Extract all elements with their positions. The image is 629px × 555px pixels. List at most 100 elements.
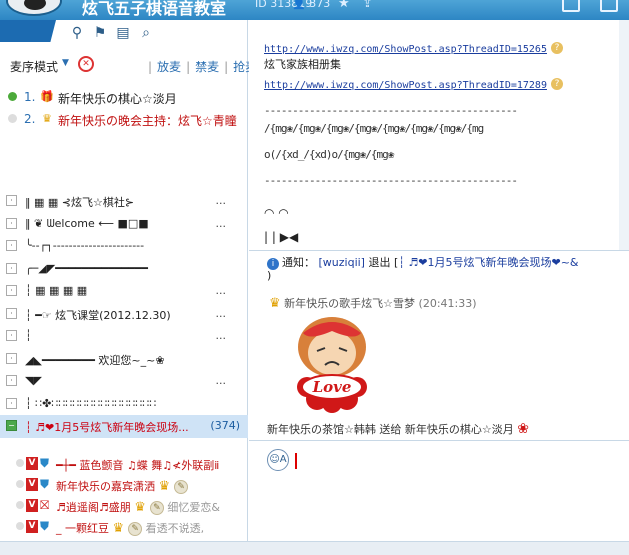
message-sender[interactable]: 新年快乐の歌手炫飞☆雪梦	[284, 297, 415, 310]
room-item[interactable]: · ‖ ▦ ▦ ⊰炫飞☆棋社⊱...	[0, 190, 248, 213]
window-icon[interactable]	[600, 0, 618, 12]
room-dots: ...	[215, 329, 227, 342]
room-item[interactable]: · ╰--┌┐-----------------------	[0, 235, 248, 258]
mail-icon[interactable]	[562, 0, 580, 12]
gift-to[interactable]: 新年快乐の棋心☆淡月	[405, 423, 514, 436]
crown-icon: ♛	[158, 479, 171, 494]
expand-icon[interactable]: ·	[6, 307, 17, 319]
board-link-2[interactable]: http://www.iwzq.com/ShowPost.asp?ThreadI…	[264, 78, 563, 91]
room-item[interactable]: · ┆...	[0, 325, 248, 348]
gift-message: 新年快乐の茶馆☆韩韩 送给 新年快乐の棋心☆淡月 ❀	[267, 421, 529, 437]
chat-input-area[interactable]: ☺A	[249, 440, 629, 541]
member-item[interactable]: V ⛊ 新年快乐の嘉宾潇洒 ♛ ✎	[0, 475, 248, 496]
queue-item[interactable]: 1. 🎁 新年快乐の棋心☆淡月	[0, 86, 248, 108]
room-dots: ...	[215, 374, 227, 387]
expand-icon[interactable]: ·	[6, 240, 17, 251]
thread-link[interactable]: http://www.iwzq.com/ShowPost.asp?ThreadI…	[264, 80, 547, 91]
message-header: ♛ 新年快乐の歌手炫飞☆雪梦 (20:41:33)	[269, 295, 477, 311]
room-name: ┆ ▦ ▦ ▦ ▦	[25, 284, 88, 297]
member-name: 新年快乐の嘉宾潇洒 ♛ ✎	[56, 478, 189, 494]
room-item[interactable]: · ‖ ❦ ᗯelcome ⟵ ■□■...	[0, 213, 248, 236]
gift-from[interactable]: 新年快乐の茶馆☆韩韩	[267, 423, 376, 436]
chevron-down-icon[interactable]: ▼	[62, 58, 69, 68]
room-item[interactable]: · ◢◣━━━━━━━━ 欢迎您~_~❀	[0, 348, 248, 371]
help-icon: ?	[550, 42, 563, 54]
notice-user[interactable]: [wuziqii]	[319, 256, 365, 269]
expand-icon[interactable]: ·	[6, 217, 17, 229]
status-dot	[8, 92, 17, 101]
mic-actions: | 放麦 | 禁麦 | 抢麦	[148, 60, 258, 74]
room-item[interactable]: · ┆ ▦ ▦ ▦ ▦...	[0, 280, 248, 303]
room-dots: ...	[215, 216, 227, 230]
notes-icon[interactable]: ▤	[114, 24, 132, 42]
people-icon[interactable]: ⚲	[68, 24, 86, 42]
ban-mic-button[interactable]: 禁麦	[195, 60, 219, 74]
expand-icon[interactable]: ·	[6, 375, 17, 386]
crown-icon: ♛	[269, 296, 281, 311]
board-link-1[interactable]: http://www.iwzq.com/ShowPost.asp?ThreadI…	[264, 42, 563, 55]
share-icon[interactable]: ⇪	[362, 0, 373, 11]
scrollbar[interactable]	[619, 20, 629, 250]
text-caret	[295, 453, 297, 469]
expand-icon[interactable]: ·	[6, 262, 17, 274]
board-faces: ◠ ◠	[264, 206, 289, 220]
board-line: 炫飞家族相册集	[264, 58, 341, 71]
room-item[interactable]: · ╭─◢◤━━━━━━━━━━━━━━	[0, 258, 248, 281]
expand-icon[interactable]: ·	[6, 330, 17, 341]
status-dot	[16, 501, 24, 509]
expand-icon[interactable]: ·	[6, 195, 17, 206]
location-icon[interactable]: ⚑	[91, 24, 109, 42]
user-count-value: 373	[309, 0, 331, 10]
member-list: V ⛊ ━┼━ 蓝色颤音 ♫蝶 舞♫≮外联副ⅱ V ⛊ 新年快乐の嘉宾潇洒 ♛ ✎…	[0, 454, 248, 538]
status-dot	[16, 480, 24, 488]
star-icon[interactable]: ★	[338, 0, 350, 11]
status-dot	[16, 522, 24, 530]
mic-off-icon[interactable]: ✕	[78, 56, 94, 72]
edit-icon: ✎	[174, 480, 189, 494]
chat-messages: i 通知： [wuziqii] 退出 [┆ ♬❤1月5号炫飞新年晚会现场❤~& )…	[249, 250, 629, 440]
queue-item[interactable]: 2. ♛ 新年快乐の晚会主持：炫飞☆青瞳	[0, 108, 248, 130]
room-item[interactable]: · ┆ ━☞ 炫飞课堂(2012.12.30)...	[0, 303, 248, 326]
notice-close: )	[267, 269, 272, 282]
room-name: ╰--┌┐-----------------------	[25, 239, 145, 252]
member-item[interactable]: V ⛝ ♬逍遥阁♬盛朋 ♛ ✎ 细忆爱恋&	[0, 496, 248, 517]
mode-bar: 麦序模式 ▼ ✕ | 放麦 | 禁麦 | 抢麦	[0, 54, 257, 76]
member-item[interactable]: V ⛊ _ 一颗红豆 ♛ ✎ 看透不说透,	[0, 517, 248, 538]
crown-icon: ♛	[134, 500, 146, 515]
room-tab[interactable]	[0, 20, 56, 42]
avatar-icon: ⛊	[40, 456, 50, 470]
title-bar: 炫飞五子棋语音教室 ID 313819 👤 373 ★ ⇪	[0, 0, 629, 20]
queue-number: 2.	[24, 112, 36, 126]
search-icon[interactable]: ⌕	[137, 24, 155, 42]
room-item-active[interactable]: − ┆ ♬❤1月5号炫飞新年晚会现场... (374)	[0, 415, 248, 438]
notice-action: 退出 [	[368, 256, 399, 269]
collapse-icon[interactable]: −	[6, 420, 17, 431]
crown-icon: ♛	[112, 521, 125, 536]
bottom-bar	[0, 541, 629, 555]
rose-icon: ❀	[517, 421, 529, 437]
expand-icon[interactable]: ·	[6, 397, 17, 409]
mode-select[interactable]: 麦序模式	[10, 58, 58, 75]
room-name: ‖ ▦ ▦ ⊰炫飞☆棋社⊱	[25, 196, 135, 209]
expand-icon[interactable]: ·	[6, 285, 17, 296]
room-name: ╭─◢◤━━━━━━━━━━━━━━	[25, 261, 148, 275]
avatar-icon: ⛊	[40, 519, 50, 533]
expand-icon[interactable]: ·	[6, 352, 17, 364]
emoji-icon[interactable]: ☺A	[267, 449, 289, 471]
room-item[interactable]: · ┆ ∷✤∷∷∷∷∷∷∷∷∷∷∷∷∷∷∷	[0, 393, 248, 416]
queue-name: 新年快乐の晚会主持：炫飞☆青瞳	[58, 114, 237, 128]
member-name: _ 一颗红豆 ♛ ✎ 看透不说透,	[56, 520, 204, 536]
message-time: (20:41:33)	[418, 297, 477, 310]
love-sticker: Love	[297, 317, 367, 413]
member-item[interactable]: V ⛊ ━┼━ 蓝色颤音 ♫蝶 舞♫≮外联副ⅱ	[0, 454, 248, 475]
notice-room[interactable]: ┆ ♬❤1月5号炫飞新年晚会现场❤~&	[398, 256, 578, 269]
room-name: ◥◤	[25, 374, 42, 387]
member-name: ♬逍遥阁♬盛朋 ♛ ✎ 细忆爱恋&	[56, 499, 220, 515]
left-panel: ⚲ ⚑ ▤ ⌕ 麦序模式 ▼ ✕ | 放麦 | 禁麦 | 抢麦 1. 🎁 新年快乐の棋心☆淡月 …	[0, 20, 257, 555]
room-name: ┆ ━☞ 炫飞课堂(2012.12.30)	[25, 308, 171, 322]
release-mic-button[interactable]: 放麦	[157, 60, 181, 74]
room-item[interactable]: · ◥◤...	[0, 370, 248, 393]
crown-icon: ♛	[42, 112, 52, 125]
queue-name: 新年快乐の棋心☆淡月	[58, 92, 177, 106]
thread-link[interactable]: http://www.iwzq.com/ShowPost.asp?ThreadI…	[264, 44, 547, 55]
